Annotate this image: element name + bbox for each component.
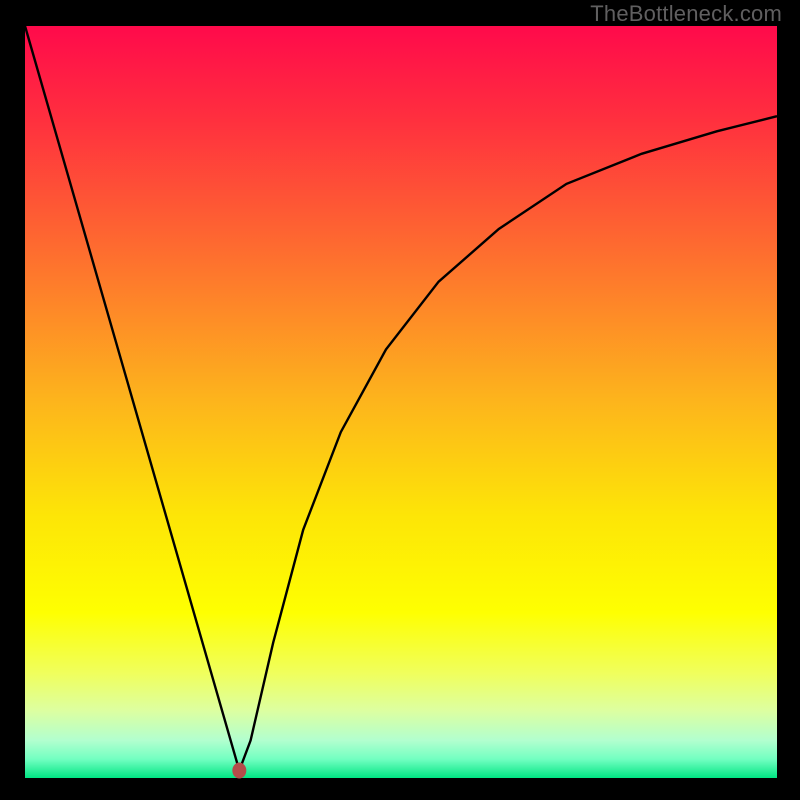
bottleneck-chart bbox=[0, 0, 800, 800]
minimum-marker bbox=[232, 762, 246, 778]
plot-background bbox=[25, 26, 777, 778]
chart-container: TheBottleneck.com bbox=[0, 0, 800, 800]
